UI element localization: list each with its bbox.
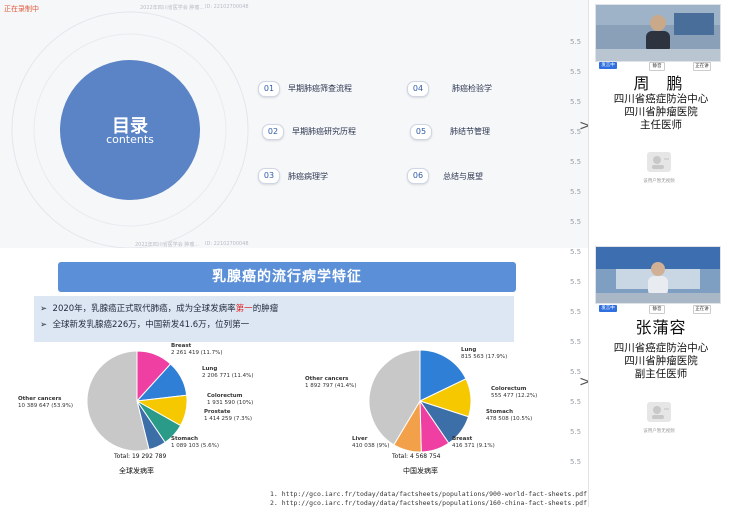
toc-item-label: 肺癌病理学	[288, 172, 328, 181]
video-tile-1[interactable]	[595, 4, 721, 62]
bullet-1: ➢ 2020年，乳腺癌正式取代肺癌，成为全球发病率第一的肿瘤	[40, 302, 278, 314]
strip-number: 5.5	[570, 158, 582, 166]
placeholder-text: 该用户暂无视频	[643, 179, 675, 184]
strip-number: 5.5	[570, 458, 582, 466]
world-label-colorectum: Colorectum 1 931 590 (10%)	[207, 393, 254, 406]
toc-item-label: 总结与展望	[443, 172, 483, 181]
strip-number: 5.5	[570, 98, 582, 106]
toc-num-03: 03	[258, 168, 280, 184]
mute-button-2[interactable]: 静音	[649, 305, 665, 314]
slide-title: 乳腺癌的流行病学特征	[58, 262, 516, 292]
china-label-stomach: Stomach 478 508 (10.5%)	[486, 409, 533, 422]
toc-slide: 正在录制中 2022年四川省医学会 肿瘤... ID: 22102700048 …	[0, 0, 588, 248]
strip-number: 5.5	[570, 428, 582, 436]
user-card-icon	[647, 402, 671, 422]
speaker-video-2	[596, 247, 720, 303]
world-label-prostate: Prostate 1 414 259 (7.3%)	[204, 409, 253, 422]
shared-screen: 正在录制中 2022年四川省医学会 肿瘤... ID: 22102700048 …	[0, 0, 588, 507]
toc-item-label: 早期肺癌研究历程	[292, 127, 356, 136]
bullet-2: ➢ 全球新发乳腺癌226万，中国新发41.6万，位列第一	[40, 318, 249, 330]
speaker-video-1	[596, 5, 720, 61]
strip-number: 5.5	[570, 278, 582, 286]
bullet-marker: ➢	[40, 320, 48, 330]
strip-number: 5.5	[570, 68, 582, 76]
strip-number: 5.5	[570, 218, 582, 226]
toc-num-06: 06	[407, 168, 429, 184]
china-caption: 中国发病率	[403, 467, 438, 475]
reference-2: 2. http://gco.iarc.fr/today/data/factshe…	[270, 499, 587, 507]
bullet-2-text: 全球新发乳腺癌226万，中国新发41.6万，位列第一	[52, 320, 250, 330]
toc-num-01: 01	[258, 81, 280, 97]
participant-org-1b: 四川省肿瘤医院	[624, 106, 698, 118]
toc-item-label: 肺结节管理	[450, 127, 490, 136]
strip-number: 5.5	[570, 338, 582, 346]
china-label-liver: Liver 410 038 (9%)	[352, 436, 390, 449]
toc-num-02: 02	[262, 124, 284, 140]
strip-number: 5.5	[570, 38, 582, 46]
participant-org-2a: 四川省癌症防治中心	[613, 342, 709, 354]
bullet-1-text-b: 的肿瘤	[252, 304, 279, 314]
toc-num-04: 04	[407, 81, 429, 97]
no-video-placeholder-1: 该用户暂无视频	[619, 150, 699, 186]
reference-1: 1. http://gco.iarc.fr/today/data/factshe…	[270, 490, 587, 498]
china-label-breast: Breast 416 371 (9.1%)	[452, 436, 495, 449]
thumbnail-strip: 5.5 5.5 5.5 5.5 5.5 5.5 5.5 5.5 5.5 5.5 5.5 5.5 5.5 5…	[564, 0, 588, 507]
strip-number: 5.5	[570, 398, 582, 406]
toc-subtitle: contents	[106, 133, 154, 146]
participant-title-2: 副主任医师	[634, 368, 688, 380]
participant-org-2b: 四川省肿瘤医院	[624, 355, 698, 367]
china-label-other: Other cancers 1 892 797 (41.4%)	[305, 376, 357, 389]
toc-item-label: 早期肺癌筛查流程	[288, 84, 352, 93]
china-label-lung: Lung 815 563 (17.9%)	[461, 347, 508, 360]
world-label-other: Other cancers 10 389 647 (53.9%)	[18, 396, 74, 409]
world-label-lung: Lung 2 206 771 (11.4%)	[202, 366, 254, 379]
bullet-marker: ➢	[40, 304, 48, 314]
user-card-icon	[647, 152, 671, 172]
world-label-stomach: Stomach 1 089 103 (5.6%)	[171, 436, 220, 449]
toc-num-05: 05	[410, 124, 432, 140]
no-video-placeholder-2: 该用户暂无视频	[619, 400, 699, 436]
toc-item-label: 肺癌检验学	[452, 84, 492, 93]
china-label-colorectum: Colorectum 555 477 (12.2%)	[491, 386, 538, 399]
participants-panel: 发言中 静音 正在讲 周 鹏 四川省癌症防治中心 四川省肿瘤医院 主任医师 该用…	[588, 0, 732, 507]
world-caption: 全球发病率	[119, 467, 154, 475]
participant-name-2: 张蒲容	[635, 318, 687, 337]
strip-number: 5.5	[570, 248, 582, 256]
participant-org-1a: 四川省癌症防治中心	[613, 93, 709, 105]
world-label-breast: Breast 2 261 419 (11.7%)	[171, 343, 223, 356]
speaking-button-1[interactable]: 发言中	[599, 62, 617, 69]
participant-title-1: 主任医师	[640, 119, 682, 131]
participant-name-1: 周 鹏	[633, 74, 689, 93]
bullet-1-text-a: 2020年，乳腺癌正式取代肺癌，成为全球发病率	[52, 304, 236, 314]
talk-button-2[interactable]: 正在讲	[693, 305, 711, 314]
china-total: Total: 4 568 754	[392, 453, 441, 460]
strip-number: 5.5	[570, 188, 582, 196]
strip-number: 5.5	[570, 308, 582, 316]
video-tile-2[interactable]	[595, 246, 721, 304]
bullet-1-highlight: 第一	[235, 304, 253, 314]
world-total: Total: 19 292 789	[114, 453, 167, 460]
placeholder-text: 该用户暂无视频	[643, 429, 675, 434]
speaking-button-2[interactable]: 发言中	[599, 305, 617, 312]
